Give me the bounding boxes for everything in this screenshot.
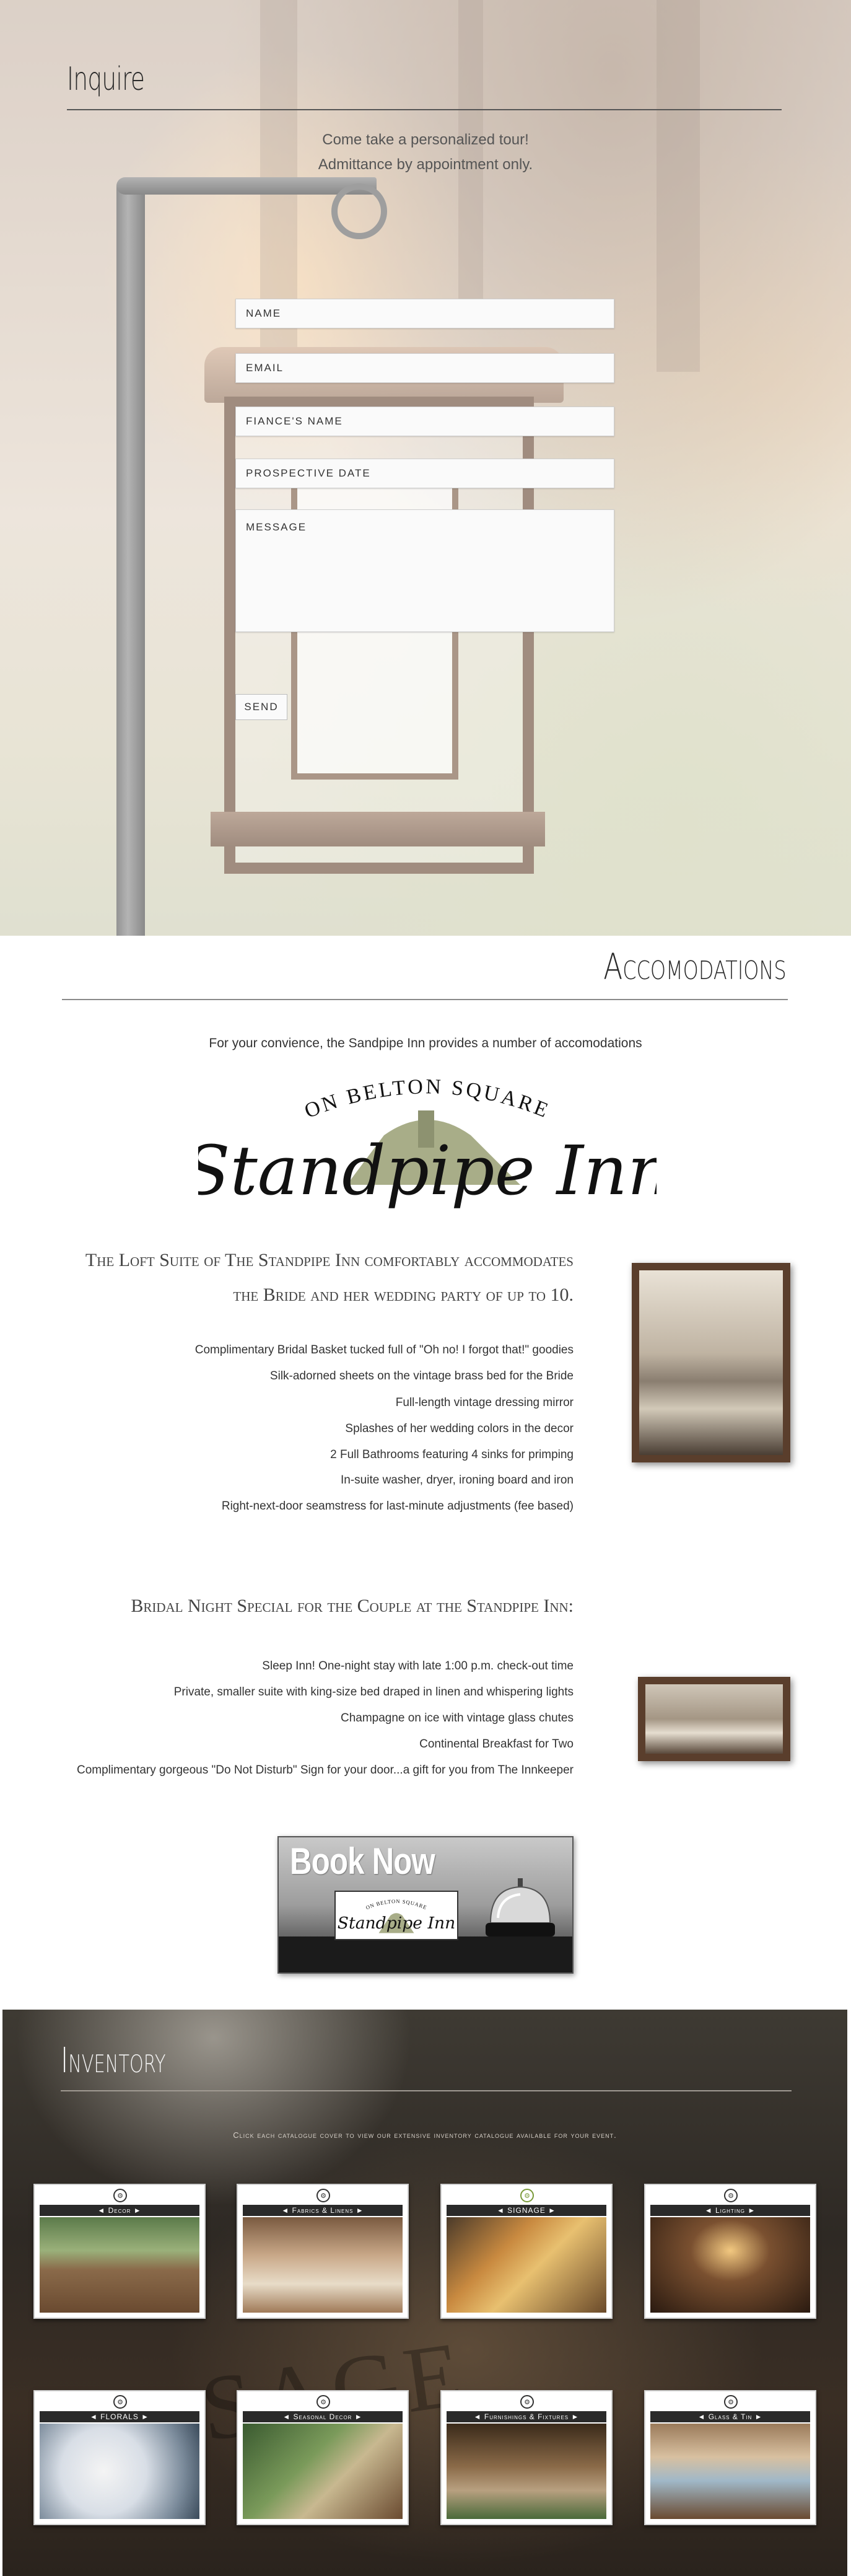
loft-amenity-item: Splashes of her wedding colors in the de…: [345, 1422, 574, 1435]
catalogue-cover-image: [650, 2424, 810, 2519]
accommodations-divider: [62, 999, 788, 1000]
bridal-night-item: Champagne on ice with vintage glass chut…: [340, 1712, 574, 1725]
loft-amenity-item: Right-next-door seamstress for last-minu…: [221, 1500, 574, 1513]
book-now-button[interactable]: Book Now ON BELTON SQUARE Standpipe Inn: [277, 1836, 574, 1974]
loft-amenity-item: In-suite washer, dryer, ironing board an…: [341, 1474, 574, 1487]
bridal-night-title: Bridal Night Special for the Couple at t…: [131, 1596, 574, 1616]
loft-amenity-item: Full-length vintage dressing mirror: [395, 1396, 574, 1409]
prospective-date-field-placeholder: PROSPECTIVE DATE: [246, 467, 371, 479]
bridal-night-item: Sleep Inn! One-night stay with late 1:00…: [262, 1659, 574, 1673]
catalogue-signage[interactable]: ⚙ ◄ SIGNAGE ►: [440, 2184, 613, 2319]
inquire-title: Inquire: [67, 61, 145, 98]
accommodations-intro: For your convience, the Sandpipe Inn pro…: [209, 1036, 642, 1050]
send-button[interactable]: SEND: [235, 694, 287, 720]
inquire-section: Inquire Come take a personalized tour! A…: [0, 0, 851, 936]
svg-text:Standpipe Inn: Standpipe Inn: [338, 1914, 455, 1933]
catalogue-label: ◄ FLORALS ►: [40, 2411, 199, 2422]
inquire-divider: [67, 109, 782, 110]
bridal-night-item: Continental Breakfast for Two: [419, 1738, 574, 1751]
message-field[interactable]: MESSAGE: [235, 509, 614, 632]
inquire-subtitle-2: Admittance by appointment only.: [318, 156, 533, 173]
bridal-night-item: Complimentary gorgeous "Do Not Disturb" …: [76, 1764, 574, 1777]
email-field[interactable]: EMAIL: [235, 353, 614, 383]
catalogue-label: ◄ Glass & Tin ►: [650, 2411, 810, 2422]
catalogue-cover-image: [447, 2424, 606, 2519]
gear-icon: ⚙: [724, 2395, 738, 2409]
inventory-divider: [61, 2090, 792, 2091]
gear-icon: ⚙: [520, 2189, 534, 2202]
gear-icon: ⚙: [113, 2395, 127, 2409]
catalogue-label: ◄ Seasonal Decor ►: [243, 2411, 403, 2422]
message-field-placeholder: MESSAGE: [246, 521, 307, 533]
logo-name-text: Standpipe Inn: [198, 1131, 657, 1210]
bridal-night-item: Private, smaller suite with king-size be…: [173, 1686, 574, 1699]
loft-amenity-item: Silk-adorned sheets on the vintage brass…: [269, 1369, 574, 1383]
inventory-section: SAGE Inventory Click each catalogue cove…: [2, 2010, 847, 2576]
catalogue-cover-image: [447, 2217, 606, 2313]
service-bell-icon: [486, 1878, 555, 1936]
name-field-placeholder: NAME: [246, 307, 282, 319]
catalogue-cover-image: [650, 2217, 810, 2313]
loft-suite-title-2: the Bride and her wedding party of up to…: [233, 1285, 574, 1305]
gear-icon: ⚙: [316, 2395, 330, 2409]
catalogue-cover-image: [40, 2217, 199, 2313]
accommodations-title: Accomodations: [603, 946, 787, 988]
catalogue-label: ◄ Lighting ►: [650, 2205, 810, 2216]
fiance-name-field-placeholder: FIANCE'S NAME: [246, 415, 343, 427]
prospective-date-field[interactable]: PROSPECTIVE DATE: [235, 459, 614, 488]
gear-icon: ⚙: [113, 2189, 127, 2202]
loft-amenity-item: Complimentary Bridal Basket tucked full …: [194, 1343, 574, 1356]
inventory-subtitle: Click each catalogue cover to view our e…: [233, 2130, 617, 2140]
catalogue-cover-image: [243, 2424, 403, 2519]
book-now-label: Book Now: [290, 1840, 435, 1882]
catalogue-label: ◄ Furnishings & Fixtures ►: [447, 2411, 606, 2422]
name-field[interactable]: NAME: [235, 299, 614, 328]
catalogue-fabrics-linens[interactable]: ⚙ ◄ Fabrics & Linens ►: [237, 2184, 409, 2319]
loft-suite-title-1: The Loft Suite of The Standpipe Inn comf…: [85, 1250, 574, 1270]
inquire-subtitle-1: Come take a personalized tour!: [322, 131, 529, 148]
catalogue-florals[interactable]: ⚙ ◄ FLORALS ►: [33, 2390, 206, 2525]
catalogue-cover-image: [243, 2217, 403, 2313]
catalogue-lighting[interactable]: ⚙ ◄ Lighting ►: [644, 2184, 816, 2319]
catalogue-decor[interactable]: ⚙ ◄ Decor ►: [33, 2184, 206, 2319]
catalogue-seasonal-decor[interactable]: ⚙ ◄ Seasonal Decor ►: [237, 2390, 409, 2525]
book-now-logo-card: ON BELTON SQUARE Standpipe Inn: [334, 1891, 458, 1940]
gear-icon: ⚙: [724, 2189, 738, 2202]
email-field-placeholder: EMAIL: [246, 362, 284, 374]
gear-icon: ⚙: [316, 2189, 330, 2202]
inventory-title: Inventory: [61, 2041, 166, 2081]
catalogue-label: ◄ Fabrics & Linens ►: [243, 2205, 403, 2216]
catalogue-cover-image: [40, 2424, 199, 2519]
svg-text:ON BELTON SQUARE: ON BELTON SQUARE: [365, 1898, 428, 1910]
catalogue-glass-tin[interactable]: ⚙ ◄ Glass & Tin ►: [644, 2390, 816, 2525]
catalogue-label: ◄ Decor ►: [40, 2205, 199, 2216]
catalogue-label: ◄ SIGNAGE ►: [447, 2205, 606, 2216]
bridal-night-photo: [638, 1677, 790, 1761]
catalogue-furnishings-fixtures[interactable]: ⚙ ◄ Furnishings & Fixtures ►: [440, 2390, 613, 2525]
fiance-name-field[interactable]: FIANCE'S NAME: [235, 407, 614, 436]
gear-icon: ⚙: [520, 2395, 534, 2409]
loft-amenity-item: 2 Full Bathrooms featuring 4 sinks for p…: [330, 1448, 574, 1461]
standpipe-inn-logo: ON BELTON SQUARE Standpipe Inn: [198, 1075, 657, 1210]
loft-suite-photo: [632, 1263, 790, 1462]
